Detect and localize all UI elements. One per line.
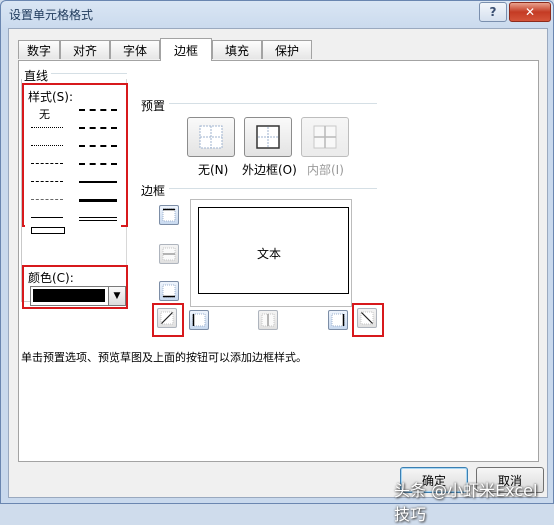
preset-inside-button[interactable] xyxy=(301,117,349,157)
preset-inside-label: 内部(I) xyxy=(307,163,344,177)
tab-border[interactable]: 边框 xyxy=(160,38,212,61)
border-diagonal-down-button[interactable] xyxy=(357,308,377,328)
tab-protection[interactable]: 保护 xyxy=(262,40,312,59)
border-right-icon xyxy=(331,313,345,327)
preview-text: 文本 xyxy=(257,247,282,261)
title-bar[interactable]: 设置单元格格式 ? ✕ xyxy=(1,1,553,27)
border-bottom-button[interactable] xyxy=(159,281,179,301)
border-diagonal-up-button[interactable] xyxy=(157,308,177,328)
border-left-button[interactable] xyxy=(189,310,209,330)
line-style-hair[interactable] xyxy=(31,127,63,128)
tab-number[interactable]: 数字 xyxy=(18,40,60,59)
border-inside-vertical-icon xyxy=(261,313,275,327)
dialog-window: 设置单元格格式 ? ✕ 数字 对齐 字体 边框 填充 保护 直线 样式(S): … xyxy=(0,0,554,524)
preset-none-icon xyxy=(199,125,223,149)
line-style-med-dash-dot[interactable] xyxy=(79,145,117,147)
line-style-dashed[interactable] xyxy=(31,199,63,200)
tab-alignment[interactable]: 对齐 xyxy=(60,40,110,59)
preset-outline-button[interactable] xyxy=(244,117,292,157)
border-top-button[interactable] xyxy=(159,205,179,225)
border-inside-horizontal-button[interactable] xyxy=(159,244,179,264)
color-label: 颜色(C): xyxy=(28,271,74,285)
line-style-selected-thin[interactable] xyxy=(31,227,65,234)
line-style-thick[interactable] xyxy=(79,199,117,202)
border-bottom-icon xyxy=(162,284,176,298)
border-tab-panel: 直线 样式(S): 无 颜色(C): ▼ 预置 无(N) 外边框(O) 内部(I… xyxy=(18,60,539,462)
window-title: 设置单元格格式 xyxy=(9,8,94,22)
border-inside-horizontal-icon xyxy=(162,247,176,261)
dialog-client: 数字 对齐 字体 边框 填充 保护 直线 样式(S): 无 颜色(C): ▼ 预… xyxy=(8,28,548,498)
border-top-icon xyxy=(162,208,176,222)
style-label: 样式(S): xyxy=(28,90,74,104)
line-style-double[interactable] xyxy=(79,217,117,221)
line-style-thin[interactable] xyxy=(31,217,63,218)
color-swatch xyxy=(33,289,105,302)
close-button[interactable]: ✕ xyxy=(509,2,551,22)
tab-fill[interactable]: 填充 xyxy=(212,40,262,59)
watermark-text: 头条 @小虾米Excel技巧 xyxy=(394,481,538,524)
border-inside-vertical-button[interactable] xyxy=(258,310,278,330)
line-style-slant-dash-dot[interactable] xyxy=(79,127,117,129)
border-section-title: 边框 xyxy=(141,184,166,198)
preset-divider xyxy=(169,103,377,104)
line-style-list[interactable]: 无 xyxy=(25,105,121,235)
diagonal-up-icon xyxy=(160,311,174,325)
border-right-button[interactable] xyxy=(328,310,348,330)
border-left-icon xyxy=(192,313,206,327)
line-style-dash-dot[interactable] xyxy=(31,181,63,182)
line-section-divider xyxy=(51,73,127,74)
preset-none-button[interactable] xyxy=(187,117,235,157)
hint-text: 单击预置选项、预览草图及上面的按钮可以添加边框样式。 xyxy=(21,351,307,364)
line-style-dash-dot-dot[interactable] xyxy=(31,163,63,164)
preset-outline-icon xyxy=(256,125,280,149)
preset-outline-label: 外边框(O) xyxy=(242,163,297,177)
border-divider xyxy=(169,188,377,189)
preset-none-label: 无(N) xyxy=(198,163,229,177)
line-style-med-dash-dot-dot[interactable] xyxy=(79,109,117,111)
chevron-down-icon[interactable]: ▼ xyxy=(108,287,125,305)
line-style-dotted[interactable] xyxy=(31,145,63,146)
line-style-medium[interactable] xyxy=(79,181,117,183)
help-button[interactable]: ? xyxy=(479,2,507,22)
color-dropdown[interactable]: ▼ xyxy=(30,286,126,306)
line-style-none[interactable]: 无 xyxy=(39,106,50,122)
preset-inside-icon xyxy=(313,125,337,149)
preset-section-title: 预置 xyxy=(141,99,166,113)
line-style-med-dashed[interactable] xyxy=(79,163,117,165)
tab-font[interactable]: 字体 xyxy=(110,40,160,59)
diagonal-down-icon xyxy=(360,311,374,325)
